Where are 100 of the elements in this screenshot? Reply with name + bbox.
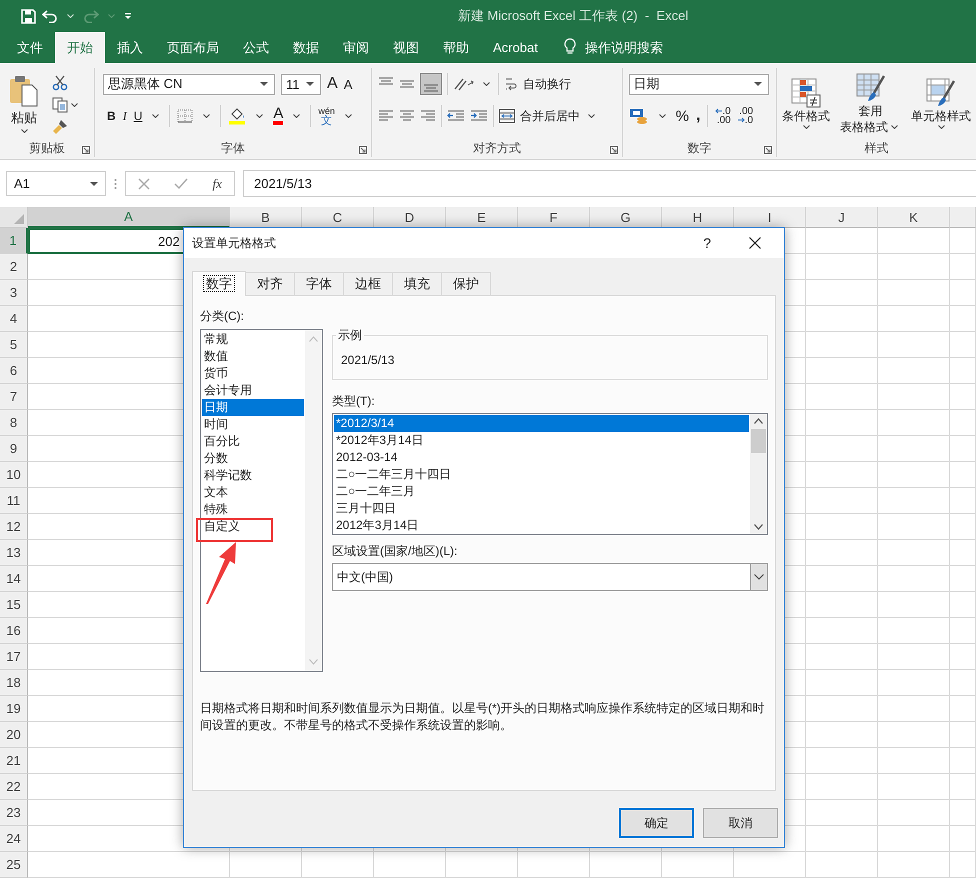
redo-icon[interactable] xyxy=(83,9,99,23)
table-cell[interactable] xyxy=(806,722,878,748)
table-cell[interactable] xyxy=(950,852,976,878)
table-cell[interactable] xyxy=(806,436,878,462)
row-header[interactable]: 16 xyxy=(0,618,28,644)
phonetic-guide-button[interactable]: wén 文 xyxy=(318,106,335,126)
table-cell[interactable] xyxy=(878,644,950,670)
row-header[interactable]: 19 xyxy=(0,696,28,722)
column-header[interactable]: A xyxy=(28,207,230,228)
merge-center-button[interactable]: 合并后居中 xyxy=(499,108,580,124)
column-header[interactable]: C xyxy=(302,207,374,228)
table-cell[interactable] xyxy=(878,670,950,696)
dialog-tab[interactable]: 保护 xyxy=(441,272,491,295)
table-cell[interactable] xyxy=(950,800,976,826)
table-cell[interactable] xyxy=(806,358,878,384)
dialog-launcher-icon[interactable] xyxy=(359,146,368,154)
table-cell[interactable]: 202 xyxy=(158,234,180,248)
ribbon-tab[interactable]: 插入 xyxy=(105,32,155,63)
number-format-box[interactable]: 日期 xyxy=(628,74,769,94)
column-header[interactable] xyxy=(950,207,976,228)
format-painter-icon[interactable] xyxy=(52,118,68,134)
column-header[interactable]: F xyxy=(518,207,590,228)
ribbon-tab[interactable]: 开始 xyxy=(55,32,105,63)
category-item[interactable]: 文本 xyxy=(202,484,304,501)
table-cell[interactable] xyxy=(950,410,976,436)
table-cell[interactable] xyxy=(806,618,878,644)
dialog-button[interactable]: 取消 xyxy=(703,808,778,838)
table-cell[interactable] xyxy=(806,800,878,826)
cancel-icon[interactable] xyxy=(138,178,150,190)
category-item[interactable]: 时间 xyxy=(202,416,304,433)
table-cell[interactable] xyxy=(950,228,976,254)
table-cell[interactable] xyxy=(878,358,950,384)
table-cell[interactable] xyxy=(806,254,878,280)
column-header[interactable]: B xyxy=(230,207,302,228)
table-cell[interactable] xyxy=(806,306,878,332)
borders-icon[interactable] xyxy=(177,109,194,123)
type-item[interactable]: *2012年3月14日 xyxy=(334,432,749,449)
table-cell[interactable] xyxy=(28,852,230,878)
row-header[interactable]: 22 xyxy=(0,774,28,800)
ribbon-tab[interactable]: 数据 xyxy=(281,32,331,63)
table-cell[interactable] xyxy=(374,852,446,878)
table-cell[interactable] xyxy=(878,566,950,592)
help-button[interactable]: ? xyxy=(703,235,711,251)
font-color-button[interactable]: A xyxy=(273,107,284,125)
table-cell[interactable] xyxy=(662,852,734,878)
column-header[interactable]: E xyxy=(446,207,518,228)
scroll-thumb[interactable] xyxy=(751,429,766,453)
fill-color-icon[interactable] xyxy=(228,107,246,125)
table-cell[interactable] xyxy=(950,358,976,384)
table-cell[interactable] xyxy=(806,410,878,436)
column-header[interactable]: D xyxy=(374,207,446,228)
row-header[interactable]: 8 xyxy=(0,410,28,436)
table-cell[interactable] xyxy=(806,488,878,514)
table-cell[interactable] xyxy=(878,410,950,436)
close-icon[interactable] xyxy=(749,237,761,249)
formula-input[interactable]: 2021/5/13 xyxy=(243,170,976,197)
table-cell[interactable] xyxy=(950,488,976,514)
type-list[interactable]: *2012/3/14 *2012年3月14日 2012-03-14 二○一二年三月十四日 二○一二年三月 三月十四日 2012年3月14日 xyxy=(332,413,768,535)
undo-icon[interactable] xyxy=(42,9,58,23)
table-cell[interactable] xyxy=(878,332,950,358)
table-cell[interactable] xyxy=(878,540,950,566)
scissors-icon[interactable] xyxy=(52,74,68,90)
row-header[interactable]: 4 xyxy=(0,306,28,332)
percent-button[interactable]: % xyxy=(676,108,689,124)
tell-me-search[interactable]: 操作说明搜索 xyxy=(584,32,663,63)
dialog-tab[interactable]: 数字 xyxy=(192,271,246,296)
row-header[interactable]: 25 xyxy=(0,852,28,878)
type-item[interactable]: 2012年3月14日 xyxy=(334,517,749,534)
increase-indent-icon[interactable] xyxy=(470,109,488,123)
check-icon[interactable] xyxy=(174,178,188,190)
ribbon-tab[interactable]: 公式 xyxy=(231,32,281,63)
dialog-button[interactable]: 确定 xyxy=(619,808,694,838)
type-item[interactable]: *2012/3/14 xyxy=(334,415,749,432)
row-header[interactable]: 9 xyxy=(0,436,28,462)
category-item[interactable]: 百分比 xyxy=(202,433,304,450)
row-header[interactable]: 7 xyxy=(0,384,28,410)
table-cell[interactable] xyxy=(950,592,976,618)
table-cell[interactable] xyxy=(806,514,878,540)
comma-style-button[interactable]: , xyxy=(696,107,700,125)
row-header[interactable]: 20 xyxy=(0,722,28,748)
category-item[interactable]: 科学记数 xyxy=(202,467,304,484)
table-cell[interactable] xyxy=(806,826,878,852)
table-cell[interactable] xyxy=(878,592,950,618)
row-header[interactable]: 5 xyxy=(0,332,28,358)
table-cell[interactable] xyxy=(878,228,950,254)
column-header[interactable]: G xyxy=(590,207,662,228)
type-item[interactable]: 2012-03-14 xyxy=(334,449,749,466)
table-cell[interactable] xyxy=(878,462,950,488)
category-list[interactable]: 常规 数值 货币 会计专用 日期 时间 百分比 分数 科学记数 文本 特殊 自定义 xyxy=(200,329,323,672)
styles-button[interactable]: 套用 表格格式 xyxy=(837,70,904,136)
scroll-up-icon[interactable] xyxy=(754,418,763,424)
scroll-down-icon[interactable] xyxy=(754,524,763,530)
column-header[interactable]: H xyxy=(662,207,734,228)
category-item[interactable]: 货币 xyxy=(202,365,304,382)
ribbon-tab[interactable]: Acrobat xyxy=(481,32,550,63)
table-cell[interactable] xyxy=(950,462,976,488)
underline-button[interactable]: U xyxy=(134,109,142,123)
table-cell[interactable] xyxy=(806,332,878,358)
font-size-box[interactable]: 11 xyxy=(281,74,322,94)
table-cell[interactable] xyxy=(806,592,878,618)
